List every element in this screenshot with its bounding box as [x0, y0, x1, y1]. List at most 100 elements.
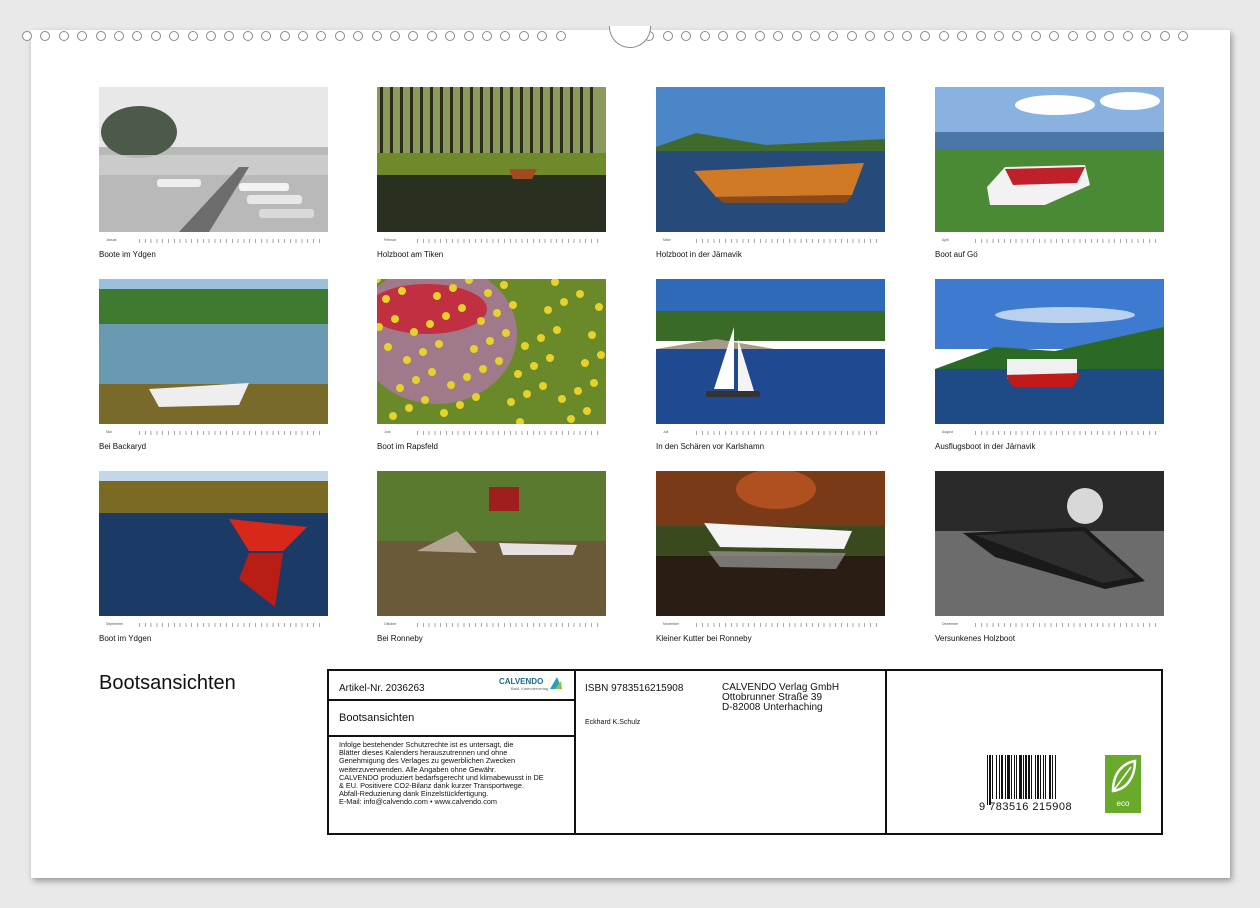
month-label: August [942, 430, 953, 434]
publisher-city: D-82008 Unterhaching [722, 702, 823, 713]
binding-ring [773, 31, 784, 41]
binding-ring [371, 31, 382, 41]
binding-ring [810, 31, 820, 41]
isbn: ISBN 9783516215908 [585, 683, 684, 694]
barcode-number: 9 783516 215908 [979, 801, 1073, 813]
month-cell: September Boot im Ydgen [99, 471, 328, 651]
binding-ring [224, 31, 235, 41]
binding-ring [791, 31, 802, 41]
photo-caption: Bei Backaryd [99, 442, 147, 451]
binding-ring [957, 31, 968, 41]
binding-ring [920, 31, 931, 41]
binding-ring [883, 31, 894, 41]
binding-ring [736, 31, 747, 41]
month-label: Februar [384, 238, 397, 242]
calvendo-logo-subtitle: Bald. Kalenderverlag [511, 686, 549, 691]
photo-caption: Holzboot am Tiken [377, 250, 444, 259]
month-label: März [663, 238, 671, 242]
month-label: Dezember [942, 622, 959, 626]
day-ticks [975, 431, 1160, 435]
binding-ring [662, 31, 673, 41]
binding-ring [1122, 31, 1133, 41]
binding-ring [555, 31, 566, 41]
binding-ring [279, 31, 290, 41]
month-cell: Juni Boot im Rapsfeld [377, 279, 606, 459]
day-ticks [139, 239, 324, 243]
binding-ring [938, 31, 949, 41]
month-label: Oktober [384, 622, 397, 626]
author: Eckhard K.Schulz [585, 719, 641, 726]
day-ticks [696, 623, 881, 627]
eco-label: eco [1116, 799, 1130, 808]
info-panel: Artikel-Nr. 2036263 CALVENDO Bald. Kalen… [327, 669, 1163, 835]
day-ticks [696, 431, 881, 435]
day-ticks [139, 431, 324, 435]
binding-ring [994, 31, 1004, 41]
leaf-icon [1111, 759, 1137, 793]
day-ticks [417, 239, 602, 243]
binding-ring [1159, 31, 1170, 41]
month-label: Mai [106, 430, 112, 434]
binding-ring [699, 31, 710, 41]
month-cell: Januar Boote im Ydgen [99, 87, 328, 267]
binding-ring [132, 31, 143, 41]
binding-ring [150, 31, 161, 41]
binding-ring [1030, 31, 1041, 41]
binding-ring [846, 31, 857, 41]
product-title: Bootsansichten [339, 712, 415, 724]
month-photo [99, 87, 328, 232]
legal-notice: Infolge bestehender Schutzrechte ist es … [339, 740, 544, 807]
binding-ring [1104, 31, 1115, 41]
month-cell: Juli In den Schären vor Karlshamn [656, 279, 885, 459]
month-photo [377, 87, 606, 232]
month-cell: März Holzboot in der Järnavik [656, 87, 885, 267]
binding-ring [390, 31, 400, 41]
binding-ring [681, 31, 692, 41]
day-ticks [975, 239, 1160, 243]
photo-caption: Boot im Ydgen [99, 634, 152, 643]
binding-ring [975, 31, 986, 41]
month-label: Juli [663, 430, 669, 434]
binding-ring [1141, 31, 1152, 41]
binding-ring [1086, 31, 1096, 41]
photo-caption: Bei Ronneby [377, 634, 423, 643]
binding-ring [261, 31, 272, 41]
photo-caption: Versunkenes Holzboot [935, 634, 1016, 643]
binding-ring [445, 31, 456, 41]
binding-ring [206, 31, 216, 41]
month-cell: November Kleiner Kutter bei Ronneby [656, 471, 885, 651]
barcode [987, 755, 1056, 805]
photo-caption: Ausflugsboot in der Järnavik [935, 442, 1036, 451]
binding-ring [77, 31, 88, 41]
photo-caption: Holzboot in der Järnavik [656, 250, 742, 259]
binding-ring [463, 31, 474, 41]
binding-ring [426, 31, 437, 41]
binding-ring [353, 31, 364, 41]
photo-caption: Kleiner Kutter bei Ronneby [656, 634, 752, 643]
binding-ring [754, 31, 765, 41]
binding-ring [537, 31, 548, 41]
month-cell: Oktober Bei Ronneby [377, 471, 606, 651]
month-cell: August Ausflugsboot in der Järnavik [935, 279, 1164, 459]
photo-caption: Boot auf Gö [935, 250, 978, 259]
binding-ring [518, 31, 529, 41]
day-ticks [417, 623, 602, 627]
month-cell: Mai Bei Backaryd [99, 279, 328, 459]
day-ticks [696, 239, 881, 243]
day-ticks [417, 431, 602, 435]
binding-ring [334, 31, 345, 41]
month-photo [935, 471, 1164, 616]
article-number: Artikel-Nr. 2036263 [339, 683, 425, 694]
binding-ring [718, 31, 728, 41]
binding-ring [500, 31, 511, 41]
month-photo [99, 471, 328, 616]
photo-caption: Boot im Rapsfeld [377, 442, 438, 451]
day-ticks [975, 623, 1160, 627]
month-photo [656, 471, 885, 616]
month-photo [99, 279, 328, 424]
binding-ring [298, 31, 308, 41]
binding-ring [902, 31, 912, 41]
binding-ring [58, 31, 69, 41]
photo-caption: In den Schären vor Karlshamn [656, 442, 765, 451]
binding-ring [187, 31, 198, 41]
